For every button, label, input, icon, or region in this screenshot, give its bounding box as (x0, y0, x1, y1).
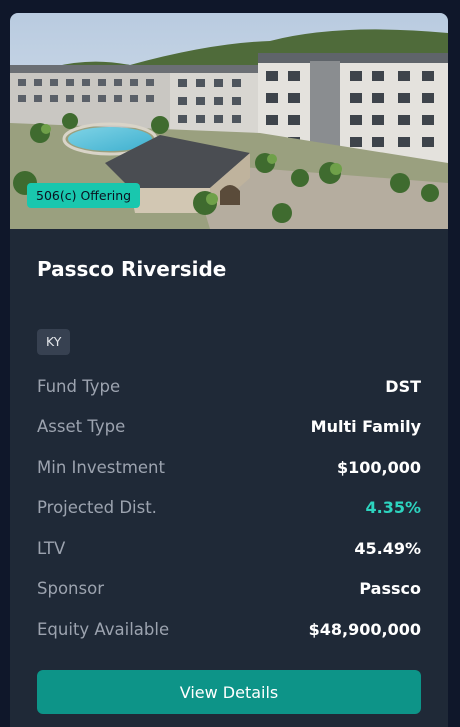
detail-label: Sponsor (37, 578, 104, 598)
detail-row-equity-available: Equity Available $48,900,000 (37, 617, 421, 641)
detail-label: Min Investment (37, 457, 165, 477)
detail-row-asset-type: Asset Type Multi Family (37, 414, 421, 438)
detail-row-min-investment: Min Investment $100,000 (37, 455, 421, 479)
state-tag: KY (37, 329, 71, 355)
view-details-button[interactable]: View Details (37, 670, 421, 714)
property-photo: 506(c) Offering (10, 13, 448, 229)
offering-type-badge: 506(c) Offering (27, 183, 141, 208)
detail-label: Asset Type (37, 416, 126, 436)
detail-value: Multi Family (310, 416, 421, 436)
detail-value: DST (385, 376, 421, 396)
detail-value: $48,900,000 (308, 619, 421, 639)
detail-row-projected-dist: Projected Dist. 4.35% (37, 495, 421, 519)
detail-value: $100,000 (336, 457, 421, 477)
listing-card: 506(c) Offering Passco Riverside KY Fund… (10, 13, 448, 727)
detail-row-sponsor: Sponsor Passco (37, 576, 421, 600)
property-title: Passco Riverside (37, 257, 227, 281)
detail-label: Projected Dist. (37, 497, 157, 517)
detail-label: Equity Available (37, 619, 170, 639)
detail-row-fund-type: Fund Type DST (37, 374, 421, 398)
detail-label: LTV (37, 538, 66, 558)
detail-label: Fund Type (37, 376, 121, 396)
detail-value: 45.49% (354, 538, 421, 558)
detail-value: Passco (359, 578, 421, 598)
detail-row-ltv: LTV 45.49% (37, 536, 421, 560)
detail-value: 4.35% (365, 497, 421, 517)
